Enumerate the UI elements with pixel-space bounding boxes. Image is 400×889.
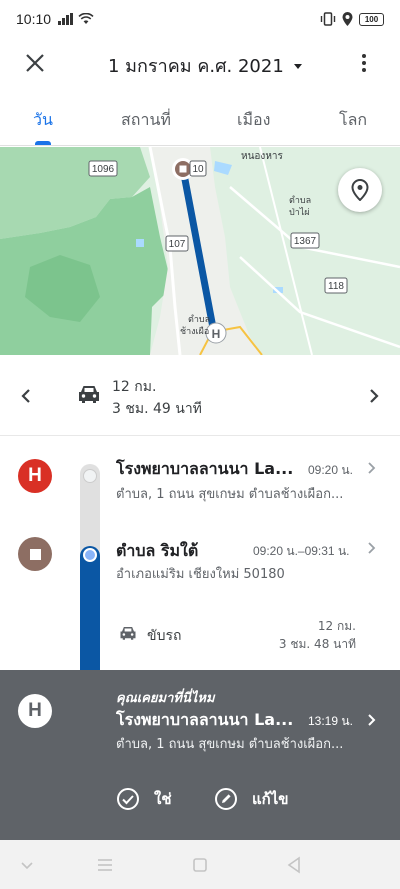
confirmation-place-title[interactable]: โรงพยาบาลลานนา La... bbox=[116, 708, 301, 733]
previous-day-button[interactable] bbox=[14, 384, 38, 408]
stop-marker-icon bbox=[18, 537, 52, 571]
back-icon[interactable] bbox=[283, 854, 305, 876]
stop-square-icon bbox=[29, 548, 41, 560]
chevron-right-icon[interactable] bbox=[366, 461, 378, 475]
hospital-marker-icon: H bbox=[18, 459, 52, 493]
confirm-yes-button[interactable]: ใช่ bbox=[116, 784, 172, 814]
road-shield-label: 118 bbox=[328, 281, 344, 292]
chevron-right-icon bbox=[370, 389, 379, 403]
edit-visit-label: แก้ไข bbox=[252, 790, 289, 808]
visit-time: 09:20 น. bbox=[308, 463, 353, 477]
map-place-label: หนองหาร bbox=[241, 151, 284, 162]
date-label: 1 มกราคม ค.ศ. 2021 bbox=[108, 56, 284, 77]
home-icon[interactable] bbox=[189, 854, 211, 876]
app-bar: 1 มกราคม ค.ศ. 2021 bbox=[0, 38, 400, 88]
car-icon bbox=[120, 627, 136, 640]
battery-icon: 100 bbox=[359, 12, 384, 26]
map-water bbox=[136, 239, 144, 247]
chevron-left-icon bbox=[21, 389, 30, 403]
status-time: 10:10 bbox=[16, 11, 52, 27]
activity-duration: 3 ชม. 48 นาที bbox=[278, 637, 356, 651]
system-nav-bar bbox=[0, 840, 400, 889]
tab-cities[interactable]: เมือง bbox=[237, 108, 270, 133]
status-left-icons bbox=[58, 13, 94, 25]
chevron-right-icon[interactable] bbox=[366, 541, 378, 555]
visit-title[interactable]: ตำบล ริมใต้ bbox=[116, 539, 256, 564]
date-picker[interactable]: 1 มกราคม ค.ศ. 2021 bbox=[108, 51, 302, 80]
edit-visit-button[interactable]: แก้ไข bbox=[214, 784, 289, 814]
menu-icon[interactable] bbox=[94, 854, 116, 876]
road-shield-label: 1367 bbox=[294, 236, 317, 247]
tab-day[interactable]: วัน bbox=[33, 108, 53, 133]
status-bar: 10:10 100 bbox=[0, 0, 400, 38]
map-place-label: ตำบล bbox=[289, 195, 311, 206]
confirm-yes-label: ใช่ bbox=[154, 790, 172, 808]
check-circle-icon bbox=[117, 788, 139, 810]
tab-places[interactable]: สถานที่ bbox=[121, 108, 171, 133]
timeline-dot bbox=[83, 469, 97, 483]
visit-address: อำเภอแม่ริม เชียงใหม่ 50180 bbox=[116, 567, 285, 582]
visit-confirmation-panel: H คุณเคยมาที่นี่ไหม โรงพยาบาลลานนา La...… bbox=[0, 670, 400, 840]
visit-title[interactable]: โรงพยาบาลลานนา La... bbox=[116, 457, 301, 482]
place-icon bbox=[351, 179, 369, 201]
activity-distance: 12 กม. bbox=[317, 619, 356, 633]
route-summary: 12 กม. 3 ชม. 49 นาที bbox=[0, 356, 400, 436]
summary-distance: 12 กม. bbox=[112, 379, 157, 395]
status-right-icons: 100 bbox=[320, 12, 384, 26]
confirmation-time: 13:19 น. bbox=[308, 714, 353, 728]
car-icon bbox=[79, 386, 99, 403]
more-options-button[interactable] bbox=[352, 50, 376, 76]
route-map[interactable]: H 1096 10 107 1367 118 หนองหาร ตำบล ป่าไ… bbox=[0, 147, 400, 355]
road-shield-label: 10 bbox=[192, 164, 204, 175]
visit-address: ตำบล, 1 ถนน สุขเกษม ตำบลช้างเผือก... bbox=[116, 487, 344, 502]
timeline-dot bbox=[83, 548, 97, 562]
tab-world[interactable]: โลก bbox=[339, 108, 367, 133]
vibrate-icon bbox=[320, 12, 336, 26]
summary-duration: 3 ชม. 49 นาที bbox=[112, 401, 202, 417]
location-status-icon bbox=[342, 12, 353, 26]
map-place-label: ตำบล bbox=[188, 314, 210, 325]
wifi-icon bbox=[78, 13, 94, 24]
dropdown-arrow-icon bbox=[293, 64, 302, 69]
map-place-label: ป่าไผ่ bbox=[289, 207, 310, 218]
more-vert-icon-dot bbox=[362, 68, 366, 72]
road-shield-label: 1096 bbox=[92, 164, 115, 175]
close-icon bbox=[26, 54, 44, 72]
activity-label[interactable]: ขับรถ bbox=[147, 625, 181, 647]
next-day-button[interactable] bbox=[362, 384, 386, 408]
edit-circle-icon bbox=[215, 788, 237, 810]
chevron-right-icon[interactable] bbox=[366, 713, 378, 727]
hospital-marker-icon: H bbox=[18, 694, 52, 728]
tab-bar: วัน สถานที่ เมือง โลก bbox=[0, 88, 400, 146]
confirmation-question: คุณเคยมาที่นี่ไหม bbox=[116, 691, 215, 706]
tab-indicator bbox=[35, 141, 51, 145]
visit-time: 09:20 น.–09:31 น. bbox=[253, 544, 350, 558]
more-vert-icon-dot bbox=[362, 54, 366, 58]
more-vert-icon-dot bbox=[362, 61, 366, 65]
confirmation-address: ตำบล, 1 ถนน สุขเกษม ตำบลช้างเผือก... bbox=[116, 737, 344, 752]
road-shield-label: 107 bbox=[169, 239, 186, 250]
stop-square-icon bbox=[179, 165, 187, 173]
map-place-label: ช้างเผือ bbox=[180, 326, 209, 337]
hospital-icon: H bbox=[212, 327, 221, 341]
close-button[interactable] bbox=[22, 50, 48, 76]
signal-icon bbox=[58, 13, 74, 25]
chevron-down-icon[interactable] bbox=[16, 854, 38, 876]
location-button[interactable] bbox=[338, 168, 382, 212]
